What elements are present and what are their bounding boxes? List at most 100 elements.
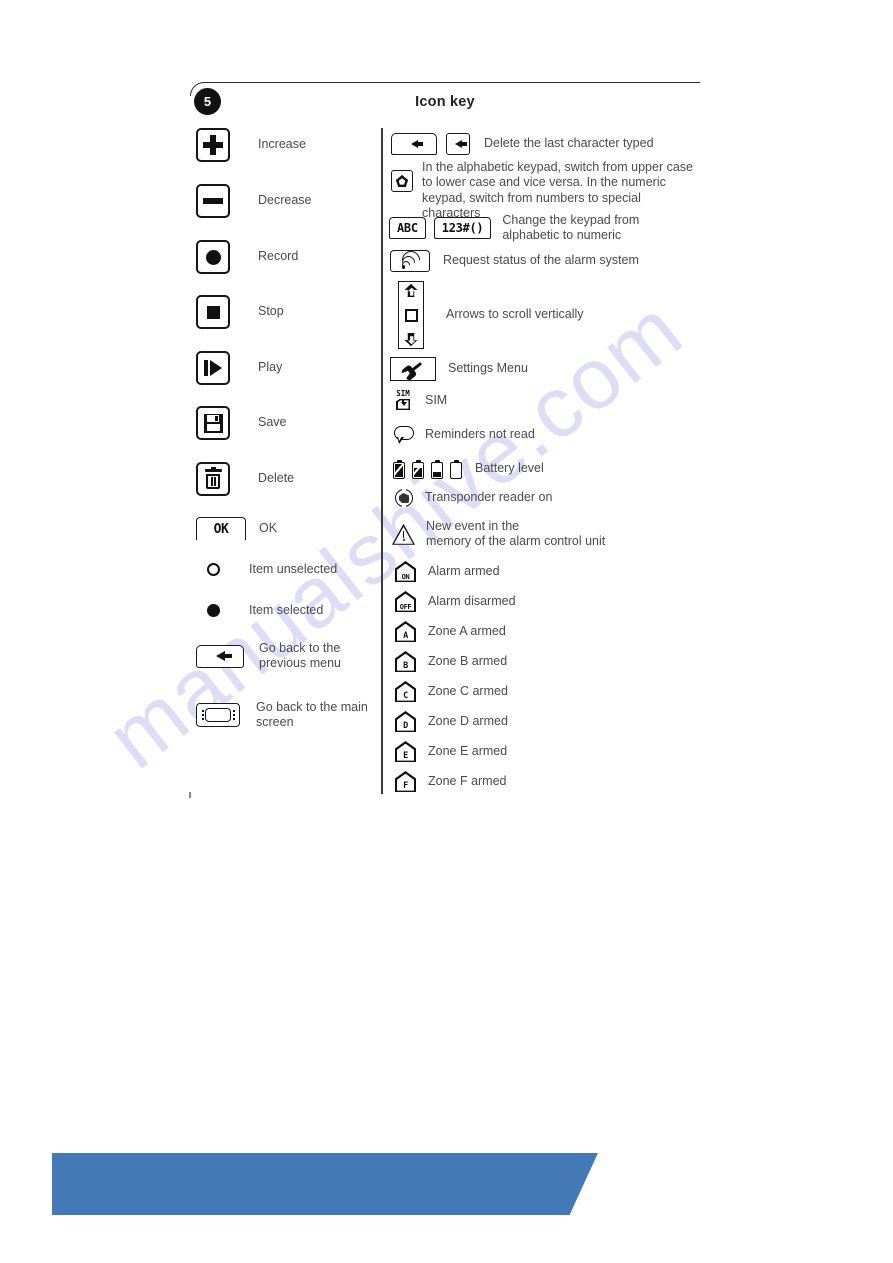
house-on-icon: ON: [395, 561, 416, 582]
legend-row-play: Play: [196, 351, 282, 385]
signal-status-key-icon: [390, 246, 430, 273]
legend-label: Zone A armed: [428, 623, 506, 638]
battery-low-icon: [431, 459, 443, 479]
house-label: C: [403, 691, 408, 702]
legend-label: Zone B armed: [428, 653, 508, 668]
house-b-icon: B: [395, 651, 416, 672]
radio-selected-icon: [207, 604, 220, 618]
numeric-key-icon: 123#(): [433, 217, 492, 240]
legend-label: Alarm armed: [428, 563, 500, 578]
battery-level-icons: [393, 458, 462, 480]
battery-high-icon: [412, 459, 424, 479]
legend-row-alarm-disarmed: OFF Alarm disarmed: [395, 591, 516, 612]
legend-row-zone-d: D Zone D armed: [395, 711, 508, 732]
house-d-icon: D: [395, 711, 416, 732]
abc-key-icon: ABC: [389, 217, 426, 240]
legend-row-stop: Stop: [196, 295, 284, 329]
scroll-square-icon: [404, 308, 418, 322]
house-label: A: [403, 631, 408, 642]
stray-mark: [189, 792, 191, 798]
legend-label: Delete the last character typed: [484, 136, 654, 151]
sim-card-icon: SIM: [393, 390, 413, 411]
legend-label: Zone D armed: [428, 713, 508, 728]
house-label: F: [403, 781, 408, 792]
legend-row-item-unselected: Item unselected: [207, 562, 337, 577]
legend-row-record: Record: [196, 240, 298, 274]
legend-row-zone-c: C Zone C armed: [395, 681, 508, 702]
backspace-wide-key-icon: [391, 133, 437, 155]
legend-label: Record: [258, 249, 299, 264]
legend-row-battery-level: Battery level: [393, 458, 544, 480]
legend-row-scroll-arrows: Arrows to scroll vertically: [398, 281, 584, 349]
house-label: ON: [401, 572, 410, 581]
vertical-scroll-strip-icon: [398, 281, 424, 349]
legend-label: Save: [258, 415, 287, 430]
plus-key-icon: [196, 128, 230, 162]
record-key-icon: [196, 240, 230, 274]
legend-label: OK: [259, 520, 278, 535]
save-floppy-key-icon: [196, 406, 230, 440]
chevron-down-icon: [404, 333, 418, 346]
reminder-bubble-icon: [394, 426, 414, 444]
legend-label: Item selected: [249, 603, 324, 617]
transponder-reader-icon: [394, 488, 414, 508]
legend-label: Alarm disarmed: [428, 593, 516, 608]
legend-row-zone-a: A Zone A armed: [395, 621, 506, 642]
page-title: Icon key: [415, 94, 475, 110]
legend-label: Increase: [258, 137, 306, 152]
radio-unselected-icon: [207, 563, 220, 577]
legend-row-item-selected: Item selected: [207, 603, 323, 618]
legend-label: Go back to the previous menu: [259, 641, 341, 671]
legend-label: Request status of the alarm system: [443, 253, 639, 268]
legend-label: Stop: [258, 304, 284, 319]
legend-label: In the alphabetic keypad, switch from up…: [422, 160, 693, 220]
warning-triangle-icon: [392, 523, 415, 545]
chevron-up-icon: [404, 284, 418, 297]
ok-key-icon: OK: [196, 517, 246, 540]
legend-row-shift: In the alphabetic keypad, switch from up…: [391, 160, 697, 221]
legend-label: Zone F armed: [428, 773, 507, 788]
back-arrow-key-icon: [196, 644, 244, 668]
legend-label: SIM: [425, 392, 448, 407]
legend-row-delete: Delete: [196, 462, 294, 496]
legend-row-transponder: Transponder reader on: [394, 488, 552, 508]
play-key-icon: [196, 351, 230, 385]
legend-label: Battery level: [475, 461, 544, 476]
legend-row-request-status: Request status of the alarm system: [390, 246, 639, 273]
legend-row-backspace: Delete the last character typed: [391, 133, 654, 155]
house-label: D: [403, 721, 408, 732]
manual-page-sheet: 5 Icon key Increase Decrease Record Stop…: [0, 0, 893, 1263]
legend-label: Go back to the main screen: [256, 700, 368, 730]
legend-row-go-back-main: Go back to the main screen: [196, 700, 368, 731]
column-divider: [381, 128, 383, 794]
legend-row-alarm-armed: ON Alarm armed: [395, 561, 500, 582]
legend-row-zone-f: F Zone F armed: [395, 771, 507, 792]
minus-key-icon: [196, 184, 230, 218]
house-label: B: [403, 661, 408, 672]
settings-wrench-key-icon: [390, 357, 436, 381]
house-off-icon: OFF: [395, 591, 416, 612]
legend-label: Reminders not read: [425, 426, 535, 441]
legend-label: Transponder reader on: [425, 490, 553, 505]
battery-empty-icon: [450, 459, 462, 479]
legend-label: Arrows to scroll vertically: [446, 307, 584, 322]
home-screen-key-icon: [196, 703, 240, 728]
legend-label: Decrease: [258, 193, 312, 208]
battery-full-icon: [393, 459, 405, 479]
house-e-icon: E: [395, 741, 416, 762]
legend-label: Item unselected: [249, 562, 338, 576]
stop-key-icon: [196, 295, 230, 329]
legend-row-zone-e: E Zone E armed: [395, 741, 507, 762]
legend-row-ok: OK OK: [196, 517, 277, 540]
shift-pentagon-key-icon: [391, 170, 413, 192]
legend-row-increase: Increase: [196, 128, 306, 162]
legend-label: Change the keypad from alphabetic to num…: [502, 213, 640, 243]
legend-label: Settings Menu: [448, 361, 528, 376]
legend-row-reminders: Reminders not read: [394, 426, 535, 444]
legend-label: Delete: [258, 471, 295, 486]
delete-trash-key-icon: [196, 462, 230, 496]
legend-row-zone-b: B Zone B armed: [395, 651, 507, 672]
legend-row-settings-menu: Settings Menu: [390, 357, 528, 381]
legend-row-keypad-switch: ABC 123#() Change the keypad from alphab…: [389, 213, 639, 244]
house-label: E: [403, 751, 408, 762]
